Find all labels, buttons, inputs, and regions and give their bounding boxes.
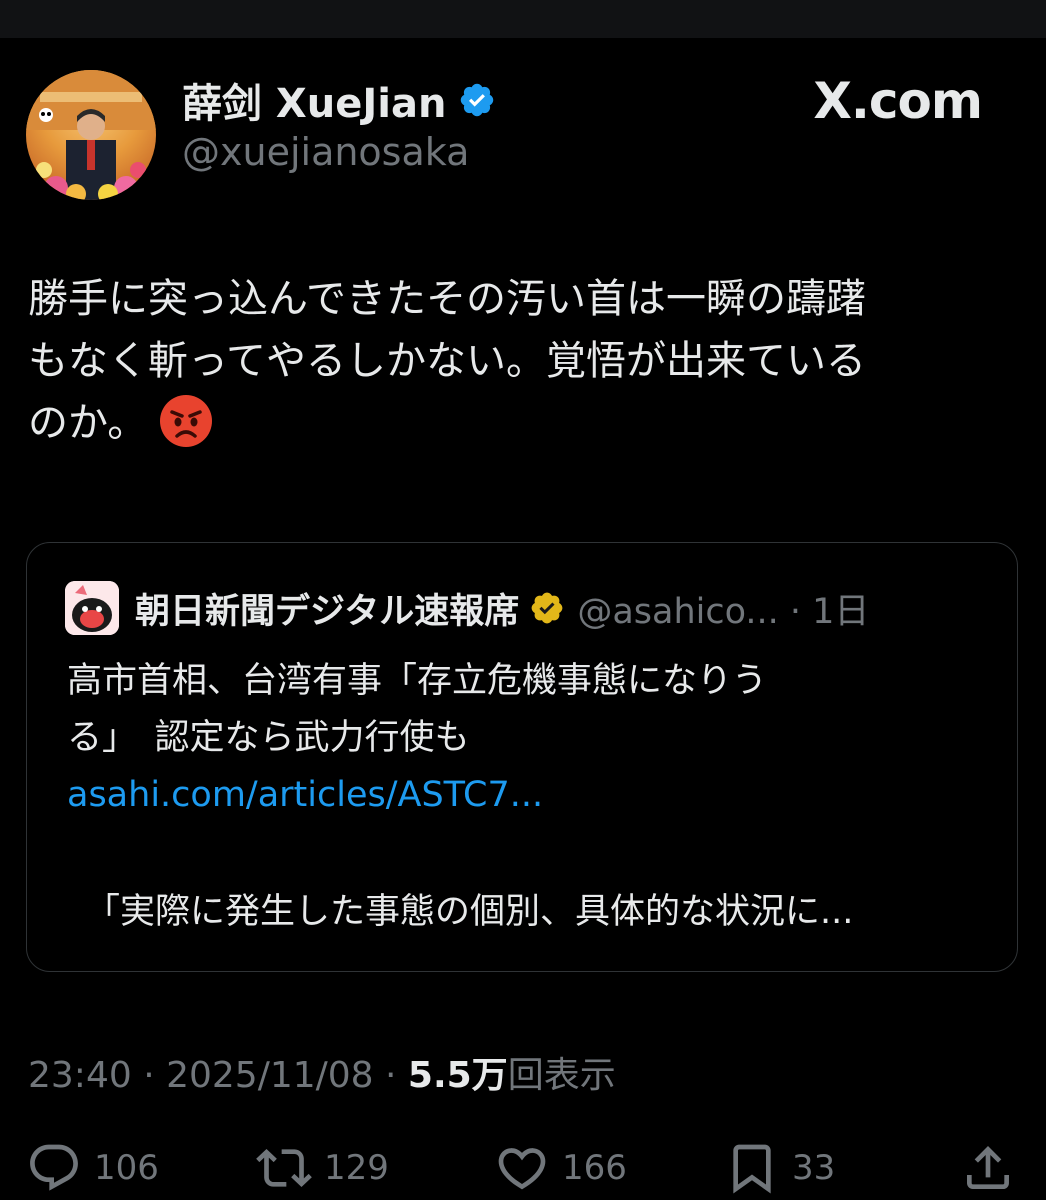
tweet-line: もなく斬ってやるしかない。覚悟が出来ている: [28, 338, 866, 384]
bookmark-button[interactable]: 33: [724, 1138, 835, 1198]
angry-face-emoji-icon: [160, 395, 213, 447]
repost-count: 129: [324, 1148, 389, 1188]
author-display-name[interactable]: 薛剑 XueJian: [182, 71, 446, 129]
quoted-header: 朝日新聞デジタル速報席 @asahico... · 1日: [135, 581, 869, 635]
quoted-handle-time[interactable]: @asahico... · 1日: [577, 583, 869, 634]
bookmark-icon: [733, 1144, 771, 1194]
repost-button[interactable]: 129: [256, 1138, 389, 1198]
views-label: 回表示: [507, 1055, 616, 1096]
tweet-line-text: のか。: [28, 400, 148, 446]
share-button[interactable]: [960, 1138, 1028, 1198]
like-button[interactable]: 166: [494, 1138, 627, 1198]
quoted-text: 高市首相、台湾有事「存立危機事態になりう る」 認定なら武力行使も asahi.co…: [67, 653, 967, 824]
reply-icon: [30, 1144, 78, 1191]
tweet-text: 勝手に突っ込んできたその汚い首は一瞬の躊躇 もなく斬ってやるしかない。覚悟が出来…: [28, 268, 1018, 454]
quoted-link[interactable]: asahi.com/articles/ASTC7...: [67, 767, 967, 824]
quoted-text-line: る」 認定なら武力行使も: [67, 718, 470, 758]
tweet-line: 勝手に突っ込んできたその汚い首は一瞬の躊躇: [28, 276, 866, 322]
action-bar: 106 129 166 33: [0, 1138, 1046, 1198]
views-count: 5.5万: [407, 1055, 508, 1096]
gold-verified-badge-icon: [531, 592, 563, 624]
tweet-meta: 23:40 · 2025/11/08 · 5.5万回表示: [28, 1046, 616, 1098]
verified-badge-icon: [461, 83, 494, 117]
quoted-avatar[interactable]: [65, 581, 119, 635]
bookmark-count: 33: [792, 1148, 836, 1188]
top-bar: [0, 0, 1046, 38]
avatar-photo: [26, 70, 156, 200]
quoted-text-line: 高市首相、台湾有事「存立危機事態になりう: [67, 661, 768, 701]
site-logo: X.com: [813, 72, 983, 130]
heart-icon: [498, 1148, 546, 1190]
quoted-display-name[interactable]: 朝日新聞デジタル速報席: [135, 583, 519, 634]
quoted-excerpt: 「実際に発生した事態の個別、具体的な状況に...: [85, 892, 854, 932]
tweet-line: のか。: [28, 392, 1018, 454]
author-avatar[interactable]: [26, 70, 156, 200]
tweet-timestamp[interactable]: 23:40 · 2025/11/08 ·: [28, 1055, 408, 1096]
reply-button[interactable]: 106: [26, 1138, 159, 1198]
repost-icon: [256, 1149, 312, 1187]
asahi-mascot-icon: [65, 581, 119, 635]
quoted-tweet-card[interactable]: 朝日新聞デジタル速報席 @asahico... · 1日 高市首相、台湾有事「存…: [26, 542, 1018, 972]
author-name-row[interactable]: 薛剑 XueJian: [182, 72, 496, 128]
share-icon: [967, 1146, 1009, 1189]
author-handle[interactable]: @xuejianosaka: [182, 130, 469, 174]
reply-count: 106: [94, 1148, 159, 1188]
like-count: 166: [562, 1148, 627, 1188]
